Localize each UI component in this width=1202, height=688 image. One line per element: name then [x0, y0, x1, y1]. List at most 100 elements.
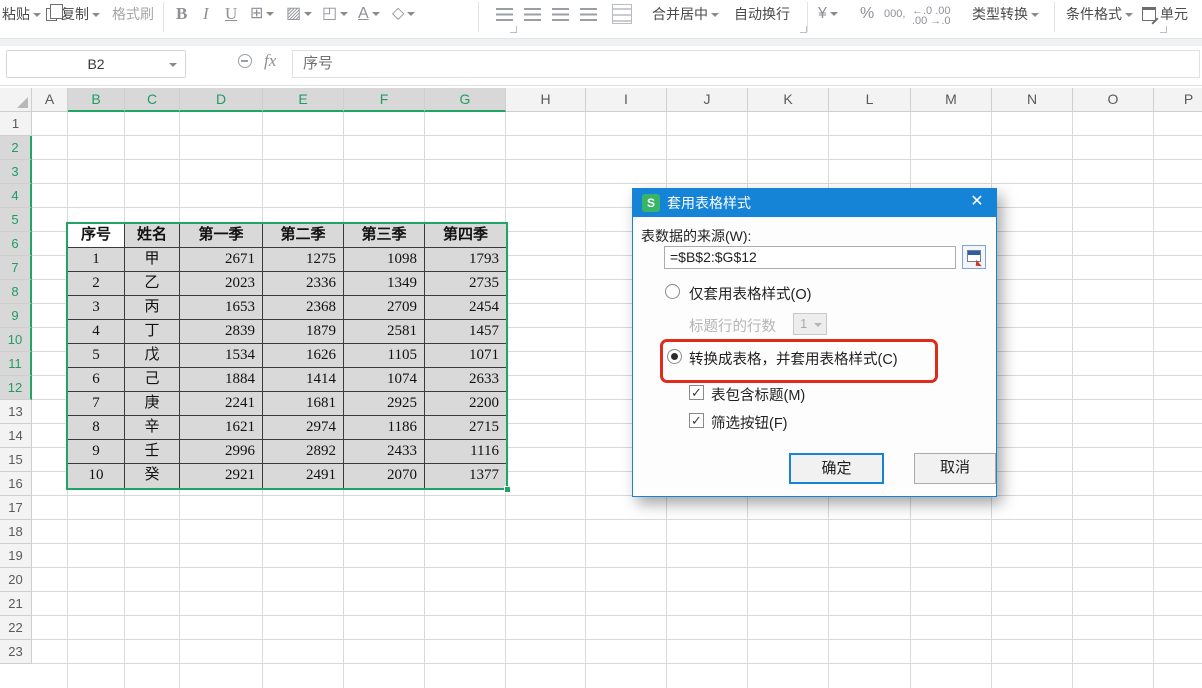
row-header-4[interactable]: 4	[0, 184, 32, 208]
table-header-cell[interactable]: 序号	[68, 224, 125, 248]
dialog-launcher-icon[interactable]	[510, 26, 517, 33]
draw-border-button[interactable]: ▨	[286, 3, 312, 27]
column-header-B[interactable]: B	[68, 88, 125, 112]
justify-icon[interactable]	[580, 8, 597, 21]
column-header-D[interactable]: D	[180, 88, 263, 112]
currency-button[interactable]: ¥	[818, 3, 838, 27]
zoom-out-icon[interactable]	[238, 54, 252, 68]
text-orientation-icon[interactable]	[612, 4, 632, 24]
eraser-button[interactable]: ◇	[392, 3, 415, 27]
table-cell[interactable]: 1116	[425, 440, 506, 464]
align-center-icon[interactable]	[524, 8, 541, 21]
column-header-L[interactable]: L	[829, 88, 911, 112]
row-header-7[interactable]: 7	[0, 256, 32, 280]
thousands-separator-button[interactable]: 000,	[884, 3, 905, 27]
decrease-decimal-button[interactable]: .00 →.0	[912, 10, 951, 34]
row-header-9[interactable]: 9	[0, 304, 32, 328]
copy-button[interactable]: 复制	[46, 3, 100, 27]
table-cell[interactable]: 1377	[425, 464, 506, 488]
borders-button[interactable]: ⊞	[250, 3, 274, 27]
close-icon[interactable]: ✕	[962, 189, 992, 217]
fill-color-button[interactable]: ◰	[322, 3, 348, 27]
align-right-icon[interactable]	[552, 8, 569, 21]
column-header-O[interactable]: O	[1073, 88, 1154, 112]
fill-handle[interactable]	[504, 486, 511, 493]
table-cell[interactable]: 2839	[180, 320, 263, 344]
checkbox-has-header-label[interactable]: 表包含标题(M)	[711, 384, 805, 405]
column-header-A[interactable]: A	[32, 88, 68, 112]
column-header-M[interactable]: M	[911, 88, 992, 112]
column-header-I[interactable]: I	[586, 88, 667, 112]
bold-button[interactable]: B	[176, 3, 187, 27]
table-cell[interactable]: 甲	[125, 248, 180, 272]
table-cell[interactable]: 2433	[344, 440, 425, 464]
table-cell[interactable]: 2996	[180, 440, 263, 464]
table-cell[interactable]: 1074	[344, 368, 425, 392]
table-cell[interactable]: 癸	[125, 464, 180, 488]
table-cell[interactable]: 3	[68, 296, 125, 320]
align-left-icon[interactable]	[496, 8, 513, 21]
row-header-21[interactable]: 21	[0, 592, 32, 616]
table-cell[interactable]: 1884	[180, 368, 263, 392]
row-header-17[interactable]: 17	[0, 496, 32, 520]
format-painter-button[interactable]: 格式刷	[112, 3, 154, 27]
row-header-13[interactable]: 13	[0, 400, 32, 424]
row-header-20[interactable]: 20	[0, 568, 32, 592]
table-header-cell[interactable]: 第三季	[344, 224, 425, 248]
row-header-14[interactable]: 14	[0, 424, 32, 448]
table-cell[interactable]: 2633	[425, 368, 506, 392]
table-cell[interactable]: 庚	[125, 392, 180, 416]
radio-style-only[interactable]	[665, 284, 680, 299]
wrap-text-button[interactable]: 自动换行	[734, 3, 790, 27]
row-header-23[interactable]: 23	[0, 640, 32, 664]
table-cell[interactable]: 1653	[180, 296, 263, 320]
table-cell[interactable]: 2200	[425, 392, 506, 416]
column-header-J[interactable]: J	[667, 88, 748, 112]
table-cell[interactable]: 丙	[125, 296, 180, 320]
source-range-input[interactable]: =$B$2:$G$12	[664, 246, 956, 269]
merge-center-button[interactable]: 合并居中	[652, 3, 719, 27]
table-cell[interactable]: 1	[68, 248, 125, 272]
column-header-G[interactable]: G	[425, 88, 506, 112]
row-header-11[interactable]: 11	[0, 352, 32, 376]
table-cell[interactable]: 2454	[425, 296, 506, 320]
radio-convert-to-table-label[interactable]: 转换成表格，并套用表格样式(C)	[689, 348, 898, 369]
table-cell[interactable]: 2368	[263, 296, 344, 320]
table-cell[interactable]: 7	[68, 392, 125, 416]
table-cell[interactable]: 2491	[263, 464, 344, 488]
table-cell[interactable]: 2241	[180, 392, 263, 416]
row-header-19[interactable]: 19	[0, 544, 32, 568]
row-header-5[interactable]: 5	[0, 208, 32, 232]
selected-table-range[interactable]: 序号姓名第一季第二季第三季第四季1甲26711275109817932乙2023…	[66, 222, 508, 490]
table-cell[interactable]: 2709	[344, 296, 425, 320]
column-header-K[interactable]: K	[748, 88, 829, 112]
column-header-H[interactable]: H	[506, 88, 586, 112]
conditional-format-button[interactable]: 条件格式	[1066, 3, 1133, 27]
range-picker-button[interactable]	[962, 245, 986, 269]
table-header-cell[interactable]: 第四季	[425, 224, 506, 248]
table-cell[interactable]: 9	[68, 440, 125, 464]
table-cell[interactable]: 2581	[344, 320, 425, 344]
table-cell[interactable]: 1621	[180, 416, 263, 440]
name-box[interactable]: B2	[6, 50, 186, 78]
formula-input[interactable]: 序号	[292, 50, 1200, 78]
row-header-6[interactable]: 6	[0, 232, 32, 256]
underline-button[interactable]: U	[225, 3, 237, 27]
radio-convert-to-table[interactable]	[667, 349, 682, 364]
row-header-1[interactable]: 1	[0, 112, 32, 136]
table-cell[interactable]: 壬	[125, 440, 180, 464]
cell-style-button[interactable]: 单元	[1142, 3, 1188, 27]
table-cell[interactable]: 1071	[425, 344, 506, 368]
row-header-2[interactable]: 2	[0, 136, 32, 160]
table-cell[interactable]: 2070	[344, 464, 425, 488]
spreadsheet-grid[interactable]: ABCDEFGHIJKLMNOP 12345678910111213141516…	[0, 88, 1202, 656]
percent-button[interactable]: %	[860, 3, 874, 27]
table-cell[interactable]: 2715	[425, 416, 506, 440]
table-cell[interactable]: 丁	[125, 320, 180, 344]
cancel-button[interactable]: 取消	[914, 453, 996, 484]
row-header-18[interactable]: 18	[0, 520, 32, 544]
dialog-launcher-icon[interactable]	[1160, 26, 1167, 33]
column-header-C[interactable]: C	[125, 88, 180, 112]
table-cell[interactable]: 1275	[263, 248, 344, 272]
table-cell[interactable]: 1414	[263, 368, 344, 392]
